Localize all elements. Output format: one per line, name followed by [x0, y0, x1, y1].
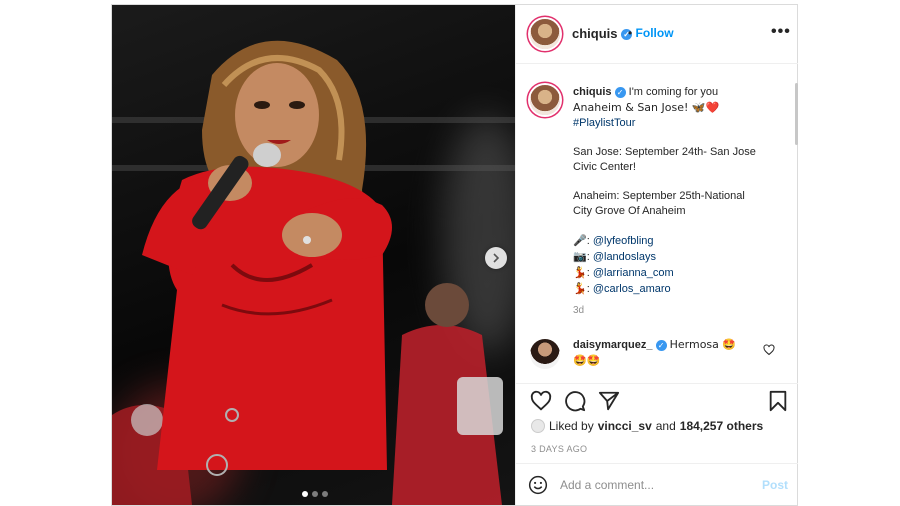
- carousel-next-button[interactable]: [485, 247, 507, 269]
- liker-avatar[interactable]: [531, 419, 545, 433]
- performer-photo: [112, 40, 503, 505]
- comment-text: 🤩🤩: [573, 354, 601, 367]
- post-timestamp[interactable]: 3 DAYS AGO: [531, 444, 587, 454]
- camera-icon: 📷: [573, 250, 587, 263]
- follow-button[interactable]: • Follow: [628, 26, 674, 40]
- likes-conjunction: and: [655, 419, 676, 433]
- caption-text: San Jose: September 24th- San Jose: [573, 146, 756, 158]
- post-caption: chiquis ✓ I'm coming for you Anaheim & S…: [573, 85, 783, 297]
- comment-item: daisymarquez_ ✓ Hermosa 🤩 🤩🤩: [573, 337, 763, 369]
- caption-timestamp[interactable]: 3d: [573, 305, 584, 316]
- carousel-next-icon: [493, 253, 500, 263]
- caption-text: Anaheim: September 25th-National: [573, 190, 745, 202]
- emoji-icon[interactable]: [528, 475, 548, 495]
- post-media[interactable]: [112, 5, 515, 505]
- dancer-icon: 💃: [573, 282, 587, 295]
- scrollbar[interactable]: [795, 83, 798, 145]
- verified-badge-icon: ✓: [655, 339, 667, 351]
- bookmark-icon[interactable]: [768, 390, 788, 412]
- caption-text: Civic Center!: [573, 161, 636, 173]
- liker-username[interactable]: vincci_sv: [598, 419, 652, 433]
- caption-text: City Grove Of Anaheim: [573, 205, 686, 217]
- action-bar: [516, 383, 798, 414]
- caption-username[interactable]: chiquis: [573, 86, 612, 98]
- post-side-panel: chiquis ✓ • Follow ••• chiquis ✓ I'm com…: [515, 5, 798, 505]
- carousel-dot[interactable]: [312, 491, 318, 497]
- mention-link[interactable]: @landoslays: [593, 251, 656, 263]
- author-username[interactable]: chiquis ✓: [572, 26, 633, 41]
- author-avatar[interactable]: [530, 19, 560, 49]
- follow-label: Follow: [635, 26, 674, 40]
- carousel-dots: [302, 491, 328, 497]
- mention-link[interactable]: @lyfeofbling: [593, 235, 654, 247]
- microphone-icon: 🎤: [573, 234, 587, 247]
- post-header: chiquis ✓ • Follow •••: [516, 5, 798, 64]
- comment-text: Hermosa 🤩: [669, 338, 737, 351]
- commenter-username[interactable]: daisymarquez_: [573, 339, 652, 351]
- mention-link[interactable]: @carlos_amaro: [593, 283, 671, 295]
- comments-list[interactable]: chiquis ✓ I'm coming for you Anaheim & S…: [516, 65, 798, 383]
- hashtag-link[interactable]: #PlaylistTour: [573, 117, 635, 129]
- caption-text: I'm coming for you: [628, 86, 719, 98]
- likes-count[interactable]: 184,257 others: [680, 419, 763, 433]
- carousel-dot[interactable]: [302, 491, 308, 497]
- add-comment-bar: Post: [516, 463, 798, 505]
- separator-dot: •: [628, 26, 633, 40]
- comment-icon[interactable]: [564, 390, 586, 412]
- dancer-icon: 💃: [573, 266, 587, 279]
- mention-link[interactable]: @larrianna_com: [593, 267, 674, 279]
- likes-prefix: Liked by: [549, 419, 594, 433]
- comment-input[interactable]: [560, 476, 740, 494]
- caption-avatar[interactable]: [530, 85, 560, 115]
- share-icon[interactable]: [598, 390, 620, 412]
- like-heart-icon[interactable]: [530, 390, 552, 412]
- commenter-avatar[interactable]: [530, 339, 560, 369]
- post-card: chiquis ✓ • Follow ••• chiquis ✓ I'm com…: [111, 4, 798, 506]
- more-options-icon[interactable]: •••: [771, 23, 791, 41]
- verified-badge-icon: ✓: [614, 86, 626, 98]
- post-comment-button[interactable]: Post: [762, 478, 788, 492]
- carousel-dot[interactable]: [322, 491, 328, 497]
- likes-summary: Liked by vincci_sv and 184,257 others: [531, 419, 763, 433]
- comment-like-icon[interactable]: [763, 344, 775, 356]
- caption-text: Anaheim & San Jose! 🦋❤️: [573, 101, 720, 114]
